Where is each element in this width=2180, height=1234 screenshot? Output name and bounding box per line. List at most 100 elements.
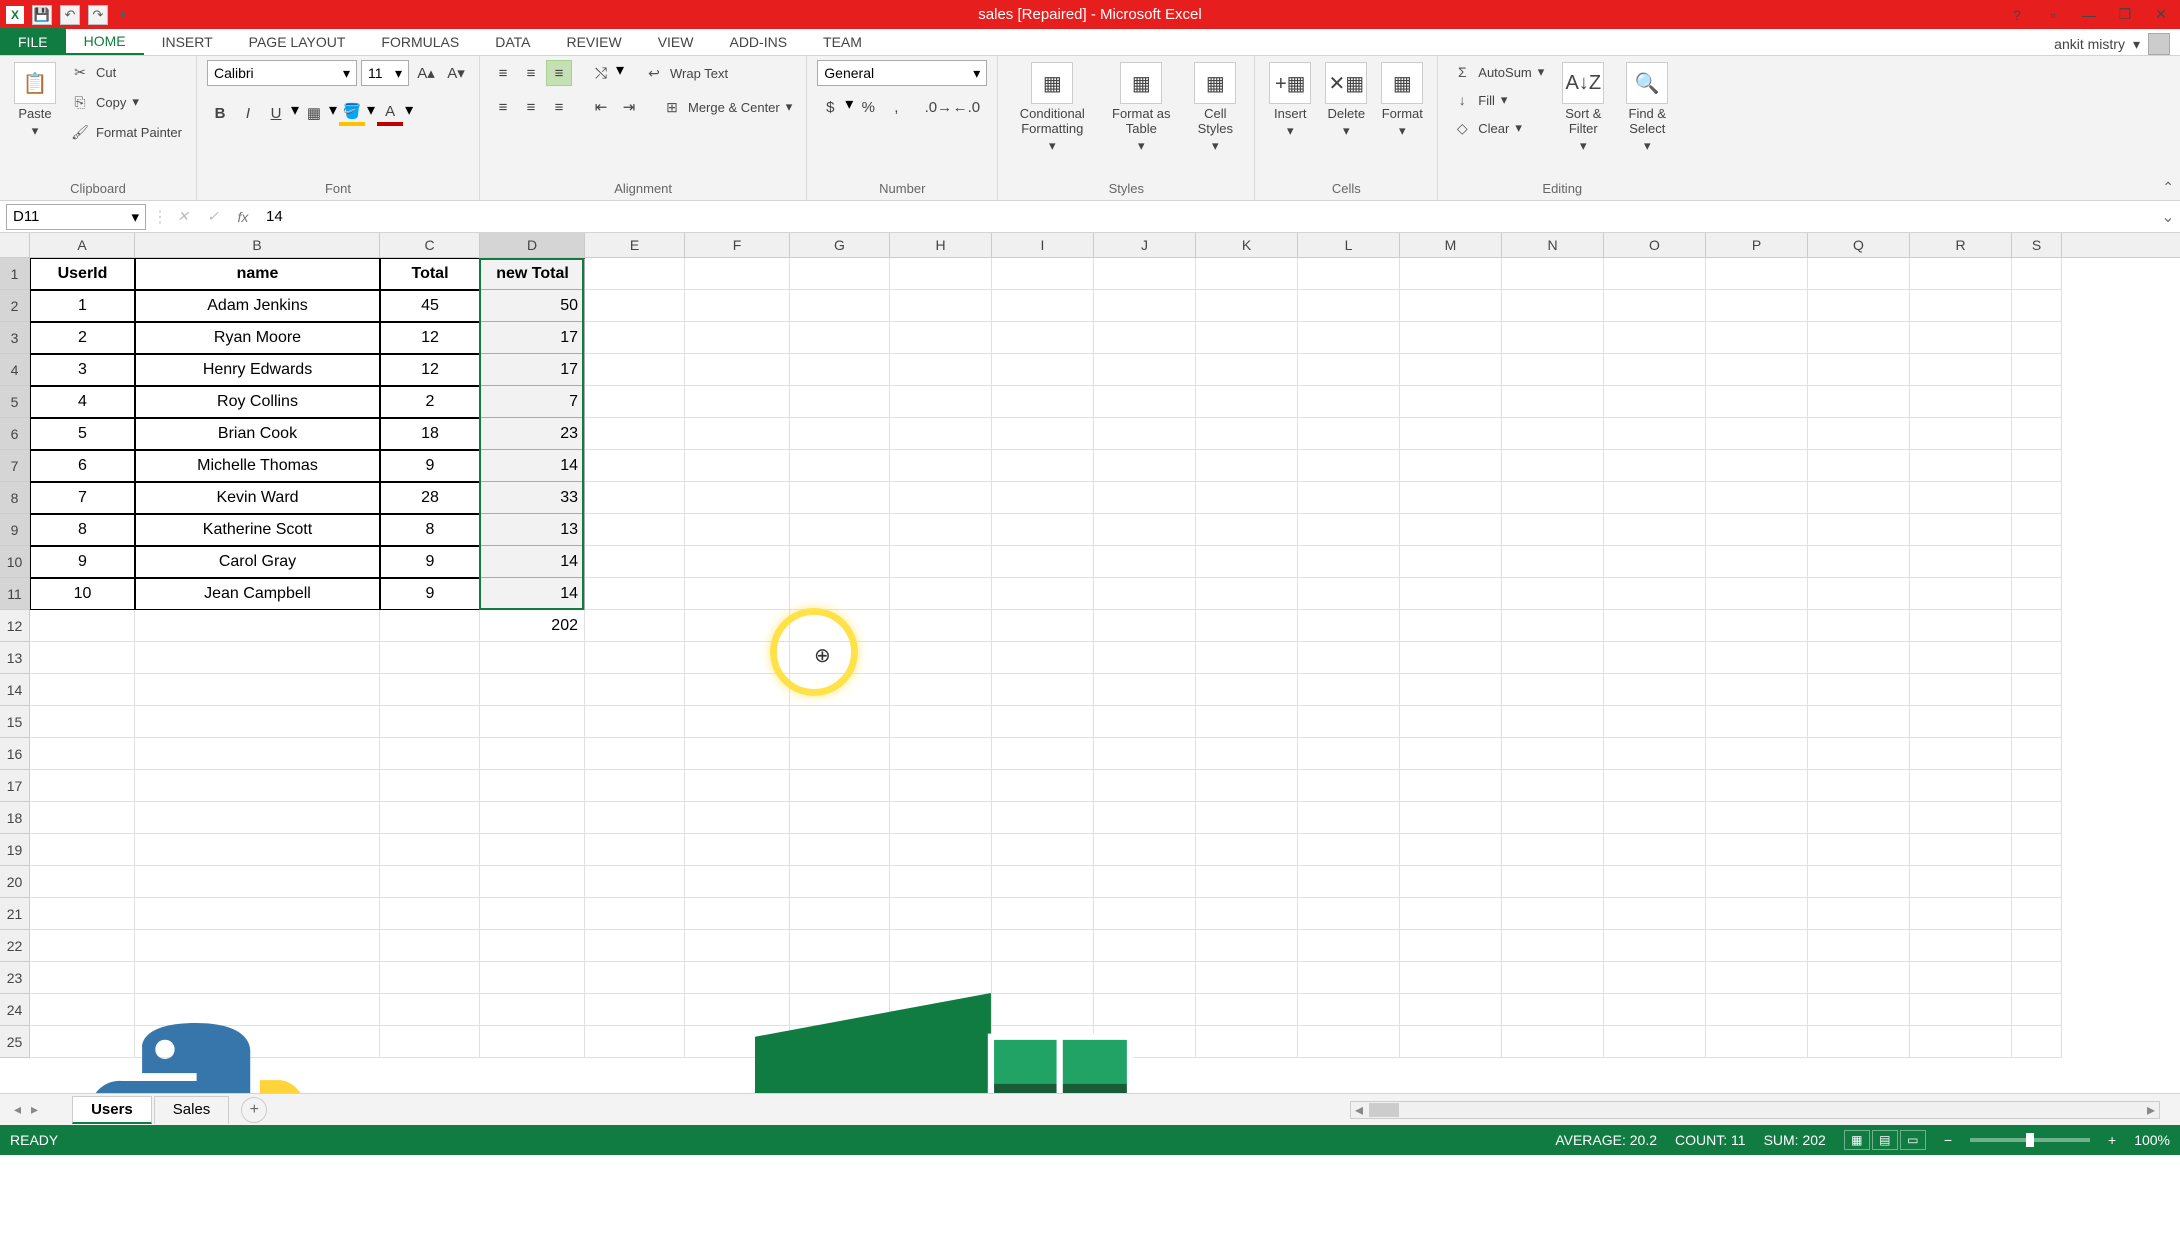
- add-sheet-button[interactable]: +: [241, 1097, 267, 1123]
- chevron-down-icon[interactable]: ▾: [845, 94, 853, 120]
- cell[interactable]: [1502, 674, 1604, 706]
- cell[interactable]: [1400, 738, 1502, 770]
- cell[interactable]: [890, 962, 992, 994]
- row-header[interactable]: 11: [0, 578, 30, 610]
- cell[interactable]: [890, 706, 992, 738]
- sheet-nav-prev[interactable]: ◂: [14, 1101, 21, 1118]
- cell[interactable]: [1502, 834, 1604, 866]
- cell[interactable]: [2012, 994, 2062, 1026]
- cell[interactable]: [2012, 386, 2062, 418]
- cell[interactable]: [1910, 354, 2012, 386]
- cell[interactable]: [1604, 258, 1706, 290]
- cell[interactable]: [1910, 482, 2012, 514]
- font-color-button[interactable]: A: [377, 100, 403, 126]
- cell[interactable]: [1808, 898, 1910, 930]
- tab-view[interactable]: VIEW: [640, 28, 712, 55]
- cell[interactable]: [1400, 802, 1502, 834]
- cell[interactable]: Katherine Scott: [135, 514, 380, 546]
- sheet-nav-next[interactable]: ▸: [31, 1101, 38, 1118]
- cell[interactable]: [890, 834, 992, 866]
- cell[interactable]: [1910, 642, 2012, 674]
- cell[interactable]: [1706, 706, 1808, 738]
- row-header[interactable]: 25: [0, 1026, 30, 1058]
- cell[interactable]: [2012, 482, 2062, 514]
- cell[interactable]: [1298, 418, 1400, 450]
- cell[interactable]: [1706, 514, 1808, 546]
- cell[interactable]: [1298, 290, 1400, 322]
- cell[interactable]: [1706, 482, 1808, 514]
- col-header-B[interactable]: B: [135, 233, 380, 257]
- cell[interactable]: [1604, 610, 1706, 642]
- cell[interactable]: [1706, 930, 1808, 962]
- cell[interactable]: [1196, 290, 1298, 322]
- cell[interactable]: 4: [30, 386, 135, 418]
- cell[interactable]: [1502, 930, 1604, 962]
- cell[interactable]: 28: [380, 482, 480, 514]
- cell[interactable]: [1808, 482, 1910, 514]
- cell[interactable]: [1094, 386, 1196, 418]
- cell[interactable]: [380, 898, 480, 930]
- cell[interactable]: [1910, 898, 2012, 930]
- cell[interactable]: [685, 546, 790, 578]
- cell[interactable]: [1808, 1026, 1910, 1058]
- cell[interactable]: [1298, 354, 1400, 386]
- cell[interactable]: [1808, 674, 1910, 706]
- cell[interactable]: [1808, 514, 1910, 546]
- cell[interactable]: [585, 258, 685, 290]
- cell[interactable]: [1298, 642, 1400, 674]
- cell[interactable]: [992, 962, 1094, 994]
- col-header-O[interactable]: O: [1604, 233, 1706, 257]
- cell[interactable]: [1094, 674, 1196, 706]
- cell[interactable]: [1604, 1026, 1706, 1058]
- row-header[interactable]: 18: [0, 802, 30, 834]
- cell[interactable]: [1298, 322, 1400, 354]
- cell[interactable]: Roy Collins: [135, 386, 380, 418]
- cell[interactable]: [1196, 322, 1298, 354]
- cell[interactable]: [1808, 866, 1910, 898]
- cell[interactable]: [585, 546, 685, 578]
- cell[interactable]: [1808, 322, 1910, 354]
- tab-page-layout[interactable]: PAGE LAYOUT: [231, 28, 364, 55]
- autosum-button[interactable]: ΣAutoSum▾: [1448, 60, 1548, 84]
- cell[interactable]: [585, 770, 685, 802]
- cell[interactable]: [992, 674, 1094, 706]
- cell[interactable]: 2: [380, 386, 480, 418]
- cell[interactable]: [1604, 930, 1706, 962]
- cell[interactable]: [1808, 642, 1910, 674]
- underline-button[interactable]: U: [263, 100, 289, 126]
- cell[interactable]: [685, 514, 790, 546]
- cell[interactable]: Total: [380, 258, 480, 290]
- cell[interactable]: [1196, 866, 1298, 898]
- cell[interactable]: [1094, 610, 1196, 642]
- cell[interactable]: [1502, 514, 1604, 546]
- cell[interactable]: [1196, 450, 1298, 482]
- cell[interactable]: [1298, 770, 1400, 802]
- zoom-thumb[interactable]: [2026, 1133, 2034, 1147]
- decrease-font-button[interactable]: A▾: [443, 60, 469, 86]
- cell[interactable]: [1400, 482, 1502, 514]
- cell[interactable]: 7: [480, 386, 585, 418]
- cell[interactable]: [135, 866, 380, 898]
- cell[interactable]: [480, 802, 585, 834]
- cell[interactable]: [992, 258, 1094, 290]
- italic-button[interactable]: I: [235, 100, 261, 126]
- cell[interactable]: [1502, 418, 1604, 450]
- cell[interactable]: [1604, 578, 1706, 610]
- cell[interactable]: 14: [480, 546, 585, 578]
- cell[interactable]: [790, 930, 890, 962]
- cell[interactable]: [992, 930, 1094, 962]
- cell[interactable]: [1604, 290, 1706, 322]
- cell[interactable]: [890, 482, 992, 514]
- cell[interactable]: [1094, 770, 1196, 802]
- cell[interactable]: [585, 866, 685, 898]
- col-header-M[interactable]: M: [1400, 233, 1502, 257]
- cell[interactable]: [1094, 258, 1196, 290]
- tab-team[interactable]: TEAM: [805, 28, 880, 55]
- fill-button[interactable]: ↓Fill▾: [1448, 88, 1548, 112]
- cell[interactable]: [1706, 994, 1808, 1026]
- cell[interactable]: [1604, 994, 1706, 1026]
- cell[interactable]: [890, 802, 992, 834]
- cell[interactable]: [1502, 706, 1604, 738]
- cell[interactable]: [1502, 610, 1604, 642]
- help-button[interactable]: ?: [2002, 4, 2032, 26]
